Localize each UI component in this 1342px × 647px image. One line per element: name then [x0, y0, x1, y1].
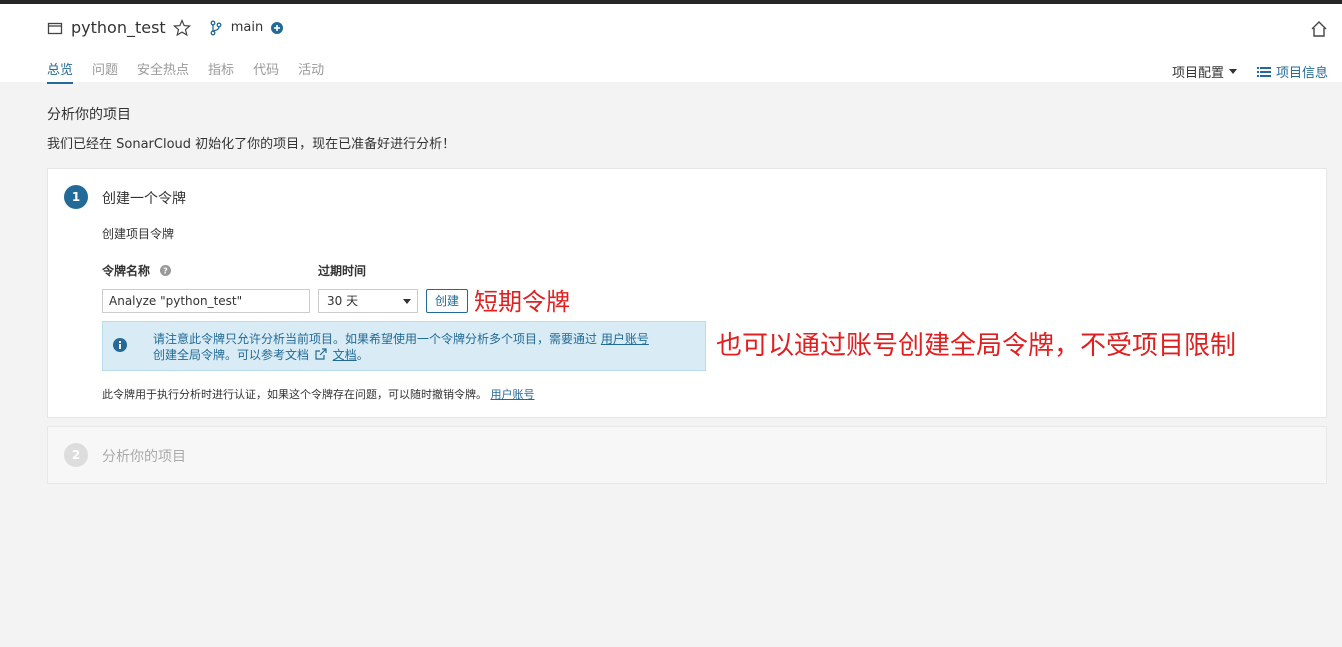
chevron-down-icon: [1229, 69, 1238, 74]
alert-text: 请注意此令牌只允许分析当前项目。如果希望使用一个令牌分析多个项目，需要通过 用户…: [153, 331, 649, 363]
project-info-link[interactable]: 项目信息: [1257, 62, 1328, 81]
project-info-label: 项目信息: [1276, 66, 1329, 81]
alert-line-1: 请注意此令牌只允许分析当前项目。如果希望使用一个令牌分析多个项目，需要通过: [153, 332, 598, 346]
token-name-label-row: 令牌名称 ?: [102, 262, 172, 279]
alert-end: 。: [356, 348, 369, 362]
project-header: python_test main 总览 问题 安全热点 指标 代码 活动 项目配…: [0, 4, 1342, 84]
star-icon[interactable]: [172, 18, 191, 37]
chevron-down-icon: [403, 299, 411, 304]
step-number: 2: [64, 443, 88, 467]
step-subtitle: 创建项目令牌: [102, 227, 175, 241]
annotation-global-token: 也可以通过账号创建全局令牌，不受项目限制: [716, 331, 1237, 361]
project-nav: 总览 问题 安全热点 指标 代码 活动: [47, 59, 343, 84]
tab-issues[interactable]: 问题: [92, 59, 118, 84]
footnote-user-account-link[interactable]: 用户账号: [491, 388, 535, 401]
project-title-row: python_test main: [47, 18, 284, 37]
tab-activity[interactable]: 活动: [298, 59, 324, 84]
project-name[interactable]: python_test: [71, 18, 166, 37]
docs-link[interactable]: 文档: [333, 348, 357, 362]
annotation-short-token: 短期令牌: [474, 288, 570, 316]
tab-code[interactable]: 代码: [253, 59, 279, 84]
external-link-icon: [315, 348, 327, 360]
user-account-link[interactable]: 用户账号: [601, 332, 649, 346]
expiry-value: 30 天: [327, 294, 359, 308]
list-icon: [1257, 66, 1272, 77]
right-nav: 项目配置 项目信息: [1172, 62, 1328, 81]
expiry-label: 过期时间: [318, 264, 367, 278]
step-title: 分析你的项目: [102, 449, 186, 465]
expiry-select[interactable]: 30 天: [318, 289, 418, 313]
project-config-dropdown[interactable]: 项目配置: [1172, 62, 1238, 81]
create-token-button[interactable]: 创建: [426, 289, 468, 313]
page-title: 分析你的项目: [47, 107, 131, 123]
project-config-label: 项目配置: [1172, 66, 1225, 81]
page-subtitle: 我们已经在 SonarCloud 初始化了你的项目，现在已准备好进行分析！: [47, 137, 456, 152]
tab-security-hotspots[interactable]: 安全热点: [137, 59, 189, 84]
token-name-label: 令牌名称: [102, 264, 151, 278]
tab-overview[interactable]: 总览: [47, 59, 74, 84]
branch-name[interactable]: main: [231, 20, 263, 35]
help-icon[interactable]: ?: [160, 265, 172, 276]
svg-text:?: ?: [163, 267, 168, 276]
branch-icon: [210, 20, 222, 35]
alert-line-2: 创建全局令牌。可以参考文档: [153, 348, 310, 362]
add-branch-icon[interactable]: [271, 21, 284, 34]
project-icon: [47, 22, 63, 34]
info-icon: [113, 338, 127, 352]
step-2-card: 2 分析你的项目: [47, 426, 1327, 484]
step-1-card: 1 创建一个令牌 创建项目令牌 令牌名称 ? 过期时间 30 天 创建 短期令牌…: [47, 168, 1327, 418]
step-number: 1: [64, 185, 88, 209]
info-alert: 请注意此令牌只允许分析当前项目。如果希望使用一个令牌分析多个项目，需要通过 用户…: [102, 321, 706, 371]
step-title: 创建一个令牌: [102, 191, 186, 207]
token-footnote: 此令牌用于执行分析时进行认证，如果这个令牌存在问题，可以随时撤销令牌。 用户账号: [102, 386, 535, 402]
footnote-text: 此令牌用于执行分析时进行认证，如果这个令牌存在问题，可以随时撤销令牌。: [102, 388, 487, 401]
token-name-input[interactable]: [102, 289, 310, 313]
tab-measures[interactable]: 指标: [208, 59, 234, 84]
home-icon[interactable]: [1310, 20, 1328, 38]
